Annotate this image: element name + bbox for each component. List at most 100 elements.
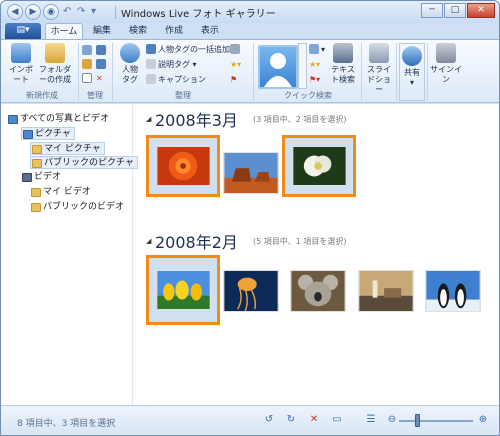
import-label: インポート [9,65,33,84]
zoom-out-button[interactable]: ⊖ [386,414,398,426]
people-gallery-scroll[interactable] [298,43,307,89]
folder-icon [31,203,41,212]
group-title: 2008年2月 [155,233,238,252]
content-area: すべての写真とビデオ ピクチャ マイ ピクチャ パブリックのピクチャ ビデオ マ… [1,104,499,405]
nav-item-all[interactable]: すべての写真とビデオ [7,113,112,126]
close-button[interactable]: ✕ [467,3,495,18]
tab-view[interactable]: 表示 [195,23,225,40]
description-tag-button[interactable]: 説明タグ ▾ [146,59,197,70]
people-tile[interactable] [258,45,298,89]
flag-button[interactable]: ⚑ [230,74,237,85]
nav-item-videos[interactable]: ビデオ [21,171,64,184]
new-folder-button[interactable]: フォルダーの作成 [37,43,73,85]
jellyfish-photo [223,270,279,312]
tag-list-button[interactable] [230,44,242,55]
back-button[interactable]: ◀ [7,4,23,20]
flag-filter-button[interactable]: ⚑▾ [309,74,320,85]
rotate-right-button[interactable] [96,59,108,70]
text-search-button[interactable]: テキスト検索 [329,43,357,85]
people-tag-bulk-label: 人物タグの一括追加 [158,45,230,54]
thumbnail[interactable] [425,270,481,312]
people-tag-button[interactable]: 人物タグ [116,43,144,85]
thumbnail-selected[interactable] [146,255,220,325]
folder-icon [45,43,65,63]
koala-photo [290,270,346,312]
tab-search[interactable]: 検索 [123,23,153,40]
forward-button[interactable]: ▶ [25,4,41,20]
rating-filter-button[interactable]: ★▾ [309,59,320,70]
list-icon [230,44,240,54]
view-by-button[interactable]: ▾ [309,44,325,55]
details-view-icon[interactable]: ☰ [365,414,377,426]
properties-button[interactable] [82,45,94,56]
thumbnail[interactable] [358,270,414,312]
undo-button[interactable]: ↶ [63,5,71,19]
tab-edit[interactable]: 編集 [87,23,117,40]
zoom-slider-track[interactable] [399,420,473,422]
nav-item-public-videos[interactable]: パブリックのビデオ [30,201,127,214]
rotate-right-icon[interactable]: ↻ [285,414,297,426]
rotate-left-icon[interactable]: ↺ [263,414,275,426]
import-icon [11,43,31,63]
delete-button[interactable]: ✕ [96,73,103,84]
redo-button[interactable]: ↷ [77,5,85,19]
title-bar: ◀ ▶ ◉ ↶ ↷ ▾ Windows Live フォト ギャラリー ─ □ ✕ [1,1,499,23]
rotate-left-button[interactable] [96,45,108,56]
signin-label: サインイン [430,65,462,84]
photo-gallery-window: ◀ ▶ ◉ ↶ ↷ ▾ Windows Live フォト ギャラリー ─ □ ✕… [0,0,500,436]
nav-item-public-pictures[interactable]: パブリックのピクチャ [30,156,138,169]
thumbnail[interactable] [223,270,279,312]
thumbnail-selected[interactable] [282,135,356,197]
import-button[interactable]: インポート [7,43,35,85]
flag-filter-icon: ⚑▾ [309,75,321,84]
share-button[interactable]: 共有 ▾ [399,43,425,101]
thumbnail[interactable] [290,270,346,312]
penguins-photo [425,270,481,312]
collapse-triangle-icon[interactable]: ◢ [146,115,151,123]
caption-button[interactable]: キャプション [146,74,206,85]
customize-toolbar-button[interactable]: ▾ [91,5,96,19]
application-button[interactable]: ▤▾ [5,23,41,39]
rotate-right-icon [96,59,106,69]
rating-button[interactable]: ★▾ [230,59,241,70]
slideshow-button[interactable]: スライドショー [364,43,394,95]
folder-icon [32,159,42,168]
nav-item-my-pictures[interactable]: マイ ピクチャ [30,142,105,155]
flag-view-button[interactable] [82,59,94,70]
person-silhouette-icon [264,53,292,87]
group-title: 2008年3月 [155,111,238,130]
signin-button[interactable]: サインイン [429,43,463,85]
caption-label: キャプション [158,75,206,84]
slideshow-icon[interactable]: ▭ [331,414,343,426]
star-filter-icon: ★▾ [309,60,321,69]
maximize-button[interactable]: □ [444,3,466,18]
delete-icon[interactable]: ✕ [308,414,320,426]
people-tag-label: 人物タグ [122,65,138,84]
collapse-triangle-icon[interactable]: ◢ [146,237,151,245]
checkbox-icon [82,73,92,83]
tab-home[interactable]: ホーム [45,23,83,40]
nav-item-my-videos[interactable]: マイ ビデオ [30,186,94,199]
nav-item-pictures[interactable]: ピクチャ [21,127,75,140]
group-label-manage: 管理 [87,91,103,100]
group-separator [396,43,397,101]
share-icon [402,46,422,66]
checkbox-button[interactable] [82,73,94,84]
group-separator [361,43,362,101]
status-bar: 8 項目中、3 項目を選択 ↺ ↻ ✕ ▭ ☰ ⊖ ⊕ [1,405,499,435]
signin-icon [436,43,456,63]
people-tag-bulk-icon [146,44,156,54]
thumbnail[interactable] [223,152,279,194]
thumbnail-selected[interactable] [146,135,220,197]
group-selection-info: (5 項目中、1 項目を選択) [253,237,347,246]
zoom-slider-thumb[interactable] [415,414,420,427]
app-menu-icon[interactable]: ◉ [43,4,59,20]
tab-create[interactable]: 作成 [159,23,189,40]
zoom-in-button[interactable]: ⊕ [477,414,489,426]
folder-icon [32,145,42,154]
tag-icon [146,59,156,69]
nav-item-label: すべての写真とビデオ [20,114,110,124]
people-tag-bulk-button[interactable]: 人物タグの一括追加 [146,44,230,55]
minimize-button[interactable]: ─ [421,3,443,18]
red-flower-photo [156,146,211,186]
